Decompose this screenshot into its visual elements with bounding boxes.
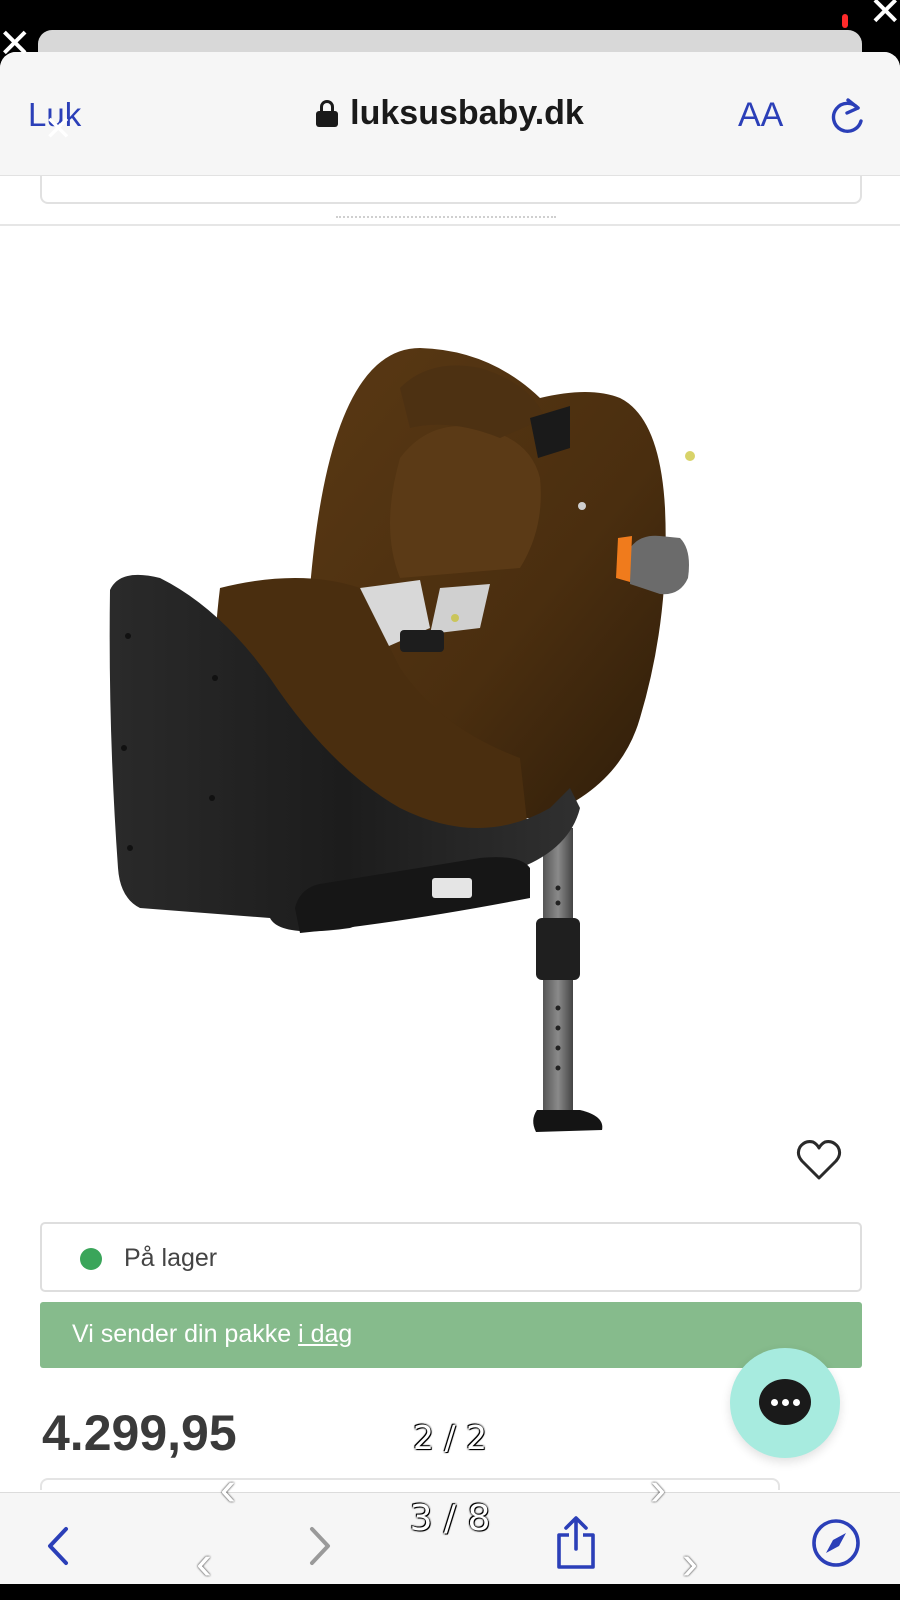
shipping-message: Vi sender din pakke bbox=[72, 1320, 299, 1348]
stock-status-text: På lager bbox=[124, 1244, 218, 1272]
divider bbox=[0, 224, 900, 226]
text-size-button[interactable]: AA bbox=[738, 96, 783, 135]
shipping-text: Vi sender din pakke i dag bbox=[72, 1320, 352, 1349]
share-icon[interactable] bbox=[553, 1513, 599, 1573]
lock-icon bbox=[316, 100, 339, 127]
chat-button[interactable] bbox=[730, 1348, 840, 1458]
stock-status-box: På lager bbox=[40, 1222, 862, 1292]
search-field-edge bbox=[40, 176, 862, 204]
compass-icon[interactable] bbox=[810, 1517, 862, 1569]
chevron-right-icon[interactable]: › bbox=[650, 1466, 666, 1514]
next-section-edge bbox=[40, 1478, 780, 1490]
close-viewer-icon[interactable]: ✕ bbox=[0, 24, 32, 64]
reload-icon[interactable] bbox=[828, 94, 868, 138]
shipping-banner: Vi sender din pakke i dag bbox=[40, 1302, 862, 1368]
text-size-label: AA bbox=[738, 96, 784, 134]
bottom-bar bbox=[0, 1584, 900, 1600]
in-stock-indicator bbox=[80, 1248, 102, 1270]
heart-icon[interactable] bbox=[796, 1138, 842, 1182]
close-story-icon[interactable]: ✕ bbox=[868, 0, 900, 32]
domain-text: luksusbaby.dk bbox=[350, 94, 584, 132]
browser-header: Luk luksusbaby.dk AA bbox=[0, 52, 900, 176]
status-bar bbox=[0, 0, 900, 34]
recording-indicator bbox=[842, 14, 848, 28]
prev-image-icon[interactable]: ‹ bbox=[196, 1540, 212, 1588]
chat-icon bbox=[759, 1379, 811, 1425]
product-price: 4.299,95 bbox=[42, 1405, 237, 1461]
next-image-icon[interactable]: › bbox=[682, 1540, 698, 1588]
forward-icon[interactable] bbox=[300, 1521, 340, 1571]
close-overlay-icon: ✕ bbox=[44, 110, 73, 148]
product-image[interactable] bbox=[100, 288, 750, 1168]
rating-edge bbox=[336, 216, 556, 220]
back-icon[interactable] bbox=[38, 1521, 78, 1571]
shipping-today-link[interactable]: i dag bbox=[298, 1320, 352, 1348]
browser-sheet: Luk luksusbaby.dk AA På lager Vi sender … bbox=[0, 52, 900, 1600]
chevron-left-icon[interactable]: ‹ bbox=[220, 1466, 236, 1514]
